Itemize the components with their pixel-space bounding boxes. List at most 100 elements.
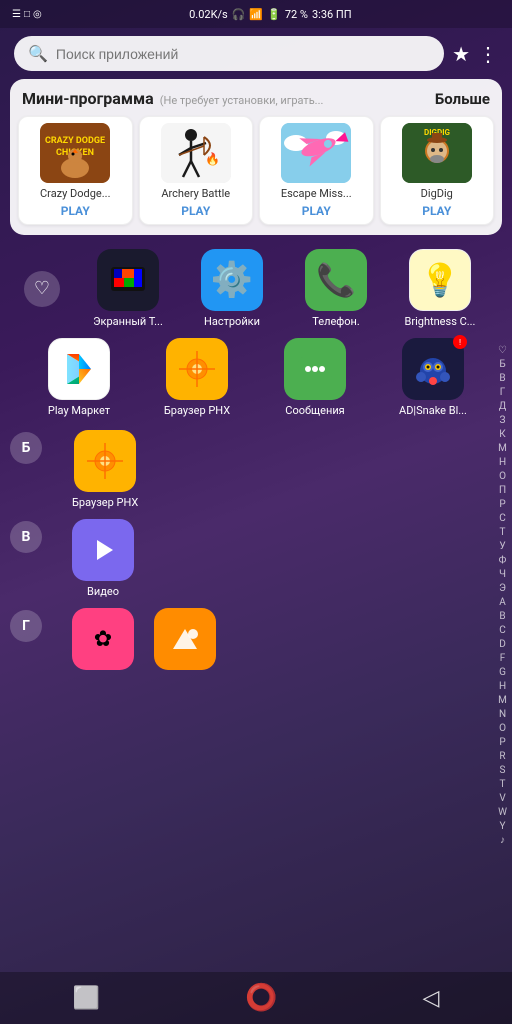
game-card-digdig[interactable]: DIGDIG DigD	[380, 116, 495, 225]
alpha-б[interactable]: Б	[496, 358, 508, 372]
app-item-phone[interactable]: 📞 Телефон.	[288, 249, 384, 328]
app-item-settings[interactable]: ⚙️ Настройки	[184, 249, 280, 328]
game-play-escape[interactable]: PLAY	[302, 204, 331, 218]
alpha-V[interactable]: V	[496, 792, 508, 806]
alphabet-index: ♡ Б В Г Д З К М Н О П Р С Т У Ф Ч Э А B …	[493, 340, 512, 852]
game-card-crazy-dodge[interactable]: CRAZY DODGE CHICKEN Crazy Dodge... PLAY	[18, 116, 133, 225]
escape-plane-icon	[281, 123, 351, 183]
mini-programs-section: Мини-программа (Не требует установки, иг…	[10, 79, 502, 235]
alpha-D[interactable]: D	[496, 638, 509, 652]
digdig-bg-icon: DIGDIG	[402, 123, 472, 183]
status-center: 0.02K/s 🎧 📶 🔋 72 % 3:36 ПП	[189, 8, 351, 21]
nav-bar: ⬜ ⭕ ◁	[0, 972, 512, 1024]
alpha-G[interactable]: G	[496, 666, 509, 680]
alpha-д[interactable]: Д	[496, 400, 510, 414]
alpha-к[interactable]: К	[496, 428, 508, 442]
fav-button[interactable]: ♡	[24, 271, 60, 307]
game-card-archery[interactable]: 🔥 Archery Battle PLAY	[139, 116, 254, 225]
fav-row: ♡ Экранный Т... ⚙️ Настройки	[0, 245, 512, 330]
mini-more-button[interactable]: Больше	[435, 90, 490, 108]
time: 3:36 ПП	[312, 8, 352, 21]
speed-indicator: 0.02K/s	[189, 8, 228, 21]
alpha-р[interactable]: Р	[496, 498, 508, 512]
game-icon-crazy-dodge: CRAZY DODGE CHICKEN	[40, 123, 110, 183]
game-icon-escape	[281, 123, 351, 183]
game-play-crazy-dodge[interactable]: PLAY	[61, 204, 90, 218]
app-item-browser-phx-б[interactable]: Браузер PHX	[72, 430, 138, 509]
alpha-C[interactable]: C	[496, 624, 509, 638]
alpha-ф[interactable]: Ф	[496, 554, 510, 568]
alpha-з[interactable]: З	[497, 414, 509, 428]
app-icon-browser-phx	[166, 338, 228, 400]
app-item-messages[interactable]: Сообщения	[260, 338, 370, 417]
game-card-escape[interactable]: Escape Miss... PLAY	[259, 116, 374, 225]
wifi-icon: 📶	[249, 8, 263, 21]
search-input[interactable]	[56, 46, 430, 62]
app-label-messages: Сообщения	[285, 404, 344, 417]
app-icon-playstore	[48, 338, 110, 400]
alpha-г[interactable]: Г	[497, 386, 509, 400]
nav-recents-button[interactable]: ⬜	[73, 986, 100, 1011]
app-item-brightness[interactable]: 💡 Brightness C...	[392, 249, 488, 328]
app-item-playstore[interactable]: Play Маркет	[24, 338, 134, 417]
search-bar[interactable]: 🔍	[14, 36, 444, 71]
alpha-у[interactable]: У	[496, 540, 508, 554]
alpha-T[interactable]: T	[497, 778, 509, 792]
status-left-icons: ☰ □ ◎	[12, 9, 42, 20]
app-item-browser-phx[interactable]: Браузер PHX	[142, 338, 252, 417]
app-icon-phone: 📞	[305, 249, 367, 311]
alpha-R[interactable]: R	[496, 750, 508, 764]
section-б: Б Браузер PHX	[0, 422, 512, 511]
alpha-P[interactable]: P	[496, 736, 508, 750]
alpha-W[interactable]: W	[495, 806, 510, 820]
game-name-crazy-dodge: Crazy Dodge...	[40, 187, 110, 200]
alpha-ч[interactable]: Ч	[496, 568, 509, 582]
alpha-п[interactable]: П	[496, 484, 509, 498]
app-item-snake[interactable]: ! AD|Snake Bl...	[378, 338, 488, 417]
alpha-F[interactable]: F	[497, 652, 509, 666]
nav-back-button[interactable]: ◁	[423, 986, 440, 1011]
alpha-B[interactable]: B	[496, 610, 508, 624]
app-item-flower[interactable]: ✿	[72, 608, 134, 674]
section-в: В Видео	[0, 511, 512, 600]
app-icon-tv	[97, 249, 159, 311]
more-options-icon[interactable]: ⋮	[478, 42, 498, 66]
app-item-video[interactable]: Видео	[72, 519, 134, 598]
favorites-icon[interactable]: ★	[452, 42, 470, 66]
game-icon-archery: 🔥	[161, 123, 231, 183]
app-item-gallery[interactable]	[154, 608, 216, 674]
alpha-м[interactable]: М	[495, 442, 510, 456]
alpha-N[interactable]: N	[496, 708, 509, 722]
alpha-M[interactable]: M	[495, 694, 510, 708]
search-bar-container: 🔍 ★ ⋮	[0, 28, 512, 79]
alpha-н[interactable]: Н	[496, 456, 509, 470]
svg-text:✿: ✿	[94, 627, 112, 652]
app-icon-brightness: 💡	[409, 249, 471, 311]
alpha-O[interactable]: O	[496, 722, 509, 736]
alpha-heart[interactable]: ♡	[495, 344, 510, 358]
location-icon: ◎	[33, 9, 42, 20]
game-name-archery: Archery Battle	[161, 187, 230, 200]
alpha-в[interactable]: В	[496, 372, 508, 386]
alpha-a[interactable]: А	[496, 596, 509, 610]
alpha-о[interactable]: О	[496, 470, 509, 484]
section-letter-в: В	[10, 521, 42, 553]
app-label-video: Видео	[87, 585, 119, 598]
game-play-digdig[interactable]: PLAY	[422, 204, 451, 218]
alpha-э[interactable]: Э	[496, 582, 509, 596]
chicken-icon: CRAZY DODGE CHICKEN	[40, 123, 110, 183]
mini-title: Мини-программа	[22, 89, 154, 108]
alpha-с[interactable]: С	[496, 512, 509, 526]
alpha-т[interactable]: Т	[497, 526, 509, 540]
alpha-Y[interactable]: Y	[497, 820, 509, 834]
app-grid-row1: Экранный Т... ⚙️ Настройки 📞 Телефон. 💡 …	[70, 249, 498, 328]
game-play-archery[interactable]: PLAY	[181, 204, 210, 218]
app-icon-settings: ⚙️	[201, 249, 263, 311]
nav-home-button[interactable]: ⭕	[245, 983, 277, 1013]
app-item-tv[interactable]: Экранный Т...	[80, 249, 176, 328]
section-letter-б: Б	[10, 432, 42, 464]
app-label-tv: Экранный Т...	[93, 315, 163, 328]
alpha-note[interactable]: ♪	[497, 834, 508, 848]
alpha-S[interactable]: S	[497, 764, 509, 778]
alpha-H[interactable]: H	[496, 680, 509, 694]
